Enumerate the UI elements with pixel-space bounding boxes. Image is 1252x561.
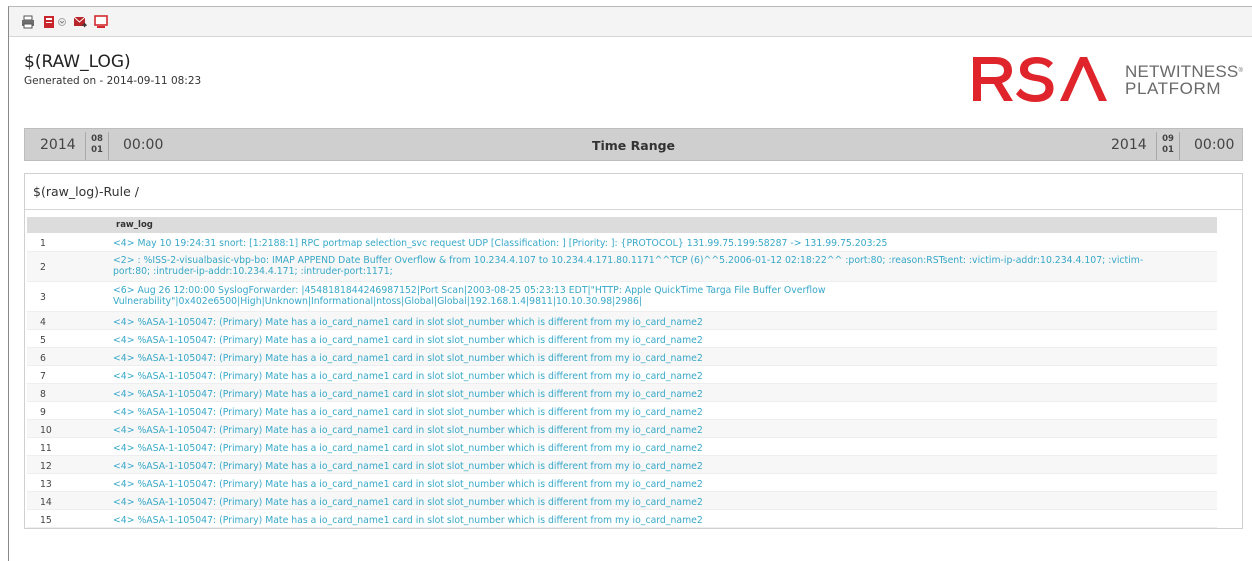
time-range-bar: 2014 08 01 00:00 Time Range 2014 09 01 0… [24, 128, 1243, 161]
row-number-header [27, 217, 113, 233]
raw-log-entry: <4> %ASA-1-105047: (Primary) Mate has a … [113, 419, 1217, 438]
end-time: 00:00 [1194, 137, 1235, 153]
rule-panel: $(raw_log)-Rule / raw_log 1 <4> May 10 19… [24, 173, 1243, 529]
raw-log-rows: 1 <4> May 10 19:24:31 snort: [1:2188:1] R… [27, 233, 1217, 528]
row-number: 8 [27, 383, 113, 402]
report-toolbar [9, 7, 1252, 37]
netwitness-wordmark: NETWITNESS® PLATFORM [1125, 63, 1243, 97]
email-icon[interactable] [73, 15, 87, 29]
row-number: 2 [27, 251, 113, 282]
row-number: 5 [27, 329, 113, 348]
row-number: 13 [27, 473, 113, 492]
raw-log-entry: <4> %ASA-1-105047: (Primary) Mate has a … [113, 401, 1217, 420]
generated-timestamp: Generated on - 2014-09-11 08:23 [24, 75, 202, 87]
row-number: 1 [27, 233, 113, 252]
raw-log-entry: <6> Aug 26 12:00:00 SyslogForwarder: |45… [113, 281, 1217, 312]
row-number: 3 [27, 281, 113, 312]
table-row[interactable]: 4 <4> %ASA-1-105047: (Primary) Mate has a… [27, 311, 1217, 330]
rsa-logo-mark [973, 57, 1107, 102]
table-row[interactable]: 13 <4> %ASA-1-105047: (Primary) Mate has … [27, 473, 1217, 492]
time-range-label: Time Range [591, 138, 676, 153]
table-row[interactable]: 9 <4> %ASA-1-105047: (Primary) Mate has a… [27, 401, 1217, 420]
raw-log-entry: <4> %ASA-1-105047: (Primary) Mate has a … [113, 311, 1217, 330]
row-number: 12 [27, 455, 113, 474]
table-row[interactable]: 1 <4> May 10 19:24:31 snort: [1:2188:1] R… [27, 233, 1217, 252]
row-number: 9 [27, 401, 113, 420]
row-number: 11 [27, 437, 113, 456]
table-row[interactable]: 7 <4> %ASA-1-105047: (Primary) Mate has a… [27, 365, 1217, 384]
dropdown-caret-icon[interactable] [58, 15, 66, 29]
raw-log-entry: <2> : %ISS-2-visualbasic-vbp-bo: IMAP AP… [113, 251, 1217, 282]
row-number: 14 [27, 491, 113, 510]
pdf-icon[interactable] [94, 14, 108, 29]
table-row[interactable]: 2 <2> : %ISS-2-visualbasic-vbp-bo: IMAP A… [27, 251, 1217, 282]
raw-log-entry: <4> %ASA-1-105047: (Primary) Mate has a … [113, 365, 1217, 384]
end-month-day: 09 01 [1156, 132, 1180, 160]
end-month: 09 [1162, 134, 1174, 144]
raw-log-entry: <4> %ASA-1-105047: (Primary) Mate has a … [113, 383, 1217, 402]
table-row[interactable]: 6 <4> %ASA-1-105047: (Primary) Mate has a… [27, 347, 1217, 366]
raw-log-entry: <4> May 10 19:24:31 snort: [1:2188:1] RP… [113, 233, 1217, 252]
print-icon[interactable] [21, 15, 35, 29]
row-number: 15 [27, 509, 113, 528]
rsa-netwitness-logo: NETWITNESS® PLATFORM [971, 51, 1243, 111]
row-number: 4 [27, 311, 113, 330]
raw-log-entry: <4> %ASA-1-105047: (Primary) Mate has a … [113, 455, 1217, 474]
end-year: 2014 [1111, 137, 1147, 153]
raw-log-entry: <4> %ASA-1-105047: (Primary) Mate has a … [113, 347, 1217, 366]
report-title: $(RAW_LOG) [24, 52, 131, 72]
row-number: 6 [27, 347, 113, 366]
raw-log-entry: <4> %ASA-1-105047: (Primary) Mate has a … [113, 329, 1217, 348]
raw-log-entry: <4> %ASA-1-105047: (Primary) Mate has a … [113, 437, 1217, 456]
table-row[interactable]: 5 <4> %ASA-1-105047: (Primary) Mate has a… [27, 329, 1217, 348]
divider [25, 209, 1242, 210]
table-row[interactable]: 12 <4> %ASA-1-105047: (Primary) Mate has … [27, 455, 1217, 474]
end-day: 01 [1162, 145, 1174, 155]
table-row[interactable]: 15 <4> %ASA-1-105047: (Primary) Mate has … [27, 509, 1217, 528]
row-number: 10 [27, 419, 113, 438]
row-number: 7 [27, 365, 113, 384]
raw-log-entry: <4> %ASA-1-105047: (Primary) Mate has a … [113, 473, 1217, 492]
raw-log-table: raw_log 1 <4> May 10 19:24:31 snort: [1:2… [27, 217, 1217, 528]
table-row[interactable]: 11 <4> %ASA-1-105047: (Primary) Mate has … [27, 437, 1217, 456]
export-icon[interactable] [42, 15, 56, 29]
logo-reg-mark: ® [1238, 68, 1244, 74]
table-row[interactable]: 14 <4> %ASA-1-105047: (Primary) Mate has … [27, 491, 1217, 510]
table-row[interactable]: 8 <4> %ASA-1-105047: (Primary) Mate has a… [27, 383, 1217, 402]
raw-log-column-header: raw_log [113, 217, 1217, 233]
rule-title: $(raw_log)-Rule / [33, 184, 139, 199]
raw-log-entry: <4> %ASA-1-105047: (Primary) Mate has a … [113, 491, 1217, 510]
table-row[interactable]: 3 <6> Aug 26 12:00:00 SyslogForwarder: |4… [27, 281, 1217, 312]
raw-log-table-container[interactable]: raw_log 1 <4> May 10 19:24:31 snort: [1:2… [27, 217, 1217, 529]
raw-log-entry: <4> %ASA-1-105047: (Primary) Mate has a … [113, 509, 1217, 528]
table-row[interactable]: 10 <4> %ASA-1-105047: (Primary) Mate has … [27, 419, 1217, 438]
report-frame: $(RAW_LOG) Generated on - 2014-09-11 08:… [8, 6, 1252, 561]
logo-line-platform: PLATFORM [1125, 79, 1222, 98]
